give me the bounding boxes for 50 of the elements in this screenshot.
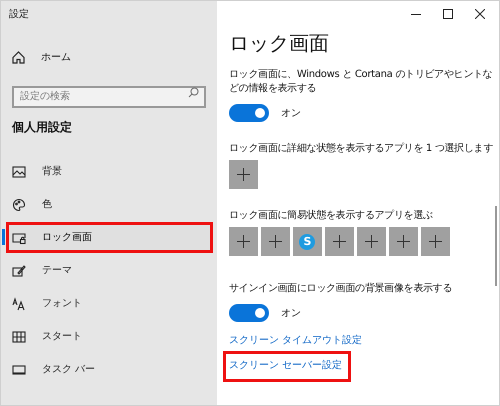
plus-icon — [396, 235, 410, 248]
nav-item[interactable]: フォント — [6, 288, 213, 319]
add-app-button[interactable] — [324, 227, 354, 256]
plus-icon — [428, 235, 442, 248]
scrollbar[interactable] — [495, 206, 497, 286]
plus-icon — [332, 235, 346, 248]
setting-label: サインイン画面にロック画面の背景画像を表示する — [228, 282, 454, 296]
font-icon — [12, 296, 26, 310]
nav-item[interactable]: タスク バー — [6, 354, 213, 385]
plus-icon — [364, 235, 378, 248]
image-icon — [12, 164, 26, 178]
start-icon — [12, 330, 26, 344]
nav-item[interactable]: 背景 — [6, 156, 213, 187]
toggle-switch[interactable] — [228, 104, 269, 122]
nav-item[interactable]: 色 — [6, 189, 213, 220]
palette-icon — [12, 198, 26, 212]
taskbar-icon — [12, 362, 26, 376]
add-app-button[interactable] — [388, 227, 418, 256]
app-logo: S — [299, 234, 316, 250]
add-app-button[interactable] — [420, 227, 450, 256]
maximize-icon[interactable] — [443, 9, 453, 19]
selection-bar — [2, 229, 5, 245]
search-icon — [188, 87, 199, 98]
plus-icon — [236, 235, 250, 248]
home-icon — [12, 50, 25, 64]
setting-label: ロック画面に簡易状態を表示するアプリを選ぶ — [228, 209, 434, 223]
setting-label: ロック画面に、Windows と Cortana のトリビアやヒントなどの情報を表示する — [228, 68, 493, 96]
close-icon[interactable] — [475, 9, 485, 19]
nav-item[interactable]: テーマ — [6, 255, 213, 286]
nav-item[interactable]: ロック画面 — [6, 222, 213, 253]
plus-icon — [236, 168, 250, 181]
window-title: 設定 — [9, 8, 29, 22]
theme-icon — [12, 264, 26, 278]
search-field[interactable]: 設定の検索 — [12, 86, 206, 108]
lock-screen-icon — [12, 230, 26, 244]
toggle-state: オン — [280, 106, 301, 120]
toggle-state: オン — [280, 306, 301, 320]
add-app-button[interactable] — [356, 227, 386, 256]
section-heading: 個人用設定 — [12, 119, 72, 136]
add-app-button[interactable] — [260, 227, 290, 256]
plus-icon — [268, 235, 282, 248]
page-title: ロック画面 — [228, 31, 330, 56]
settings-link[interactable]: スクリーン タイムアウト設定 — [228, 333, 362, 348]
toggle-switch[interactable] — [228, 304, 269, 322]
nav-item[interactable]: スタート — [6, 321, 213, 352]
setting-label: ロック画面に詳細な状態を表示するアプリを 1 つ選択します — [228, 142, 493, 156]
add-app-button[interactable] — [228, 160, 258, 189]
add-app-button[interactable] — [228, 227, 258, 256]
settings-link[interactable]: スクリーン セーバー設定 — [228, 358, 342, 373]
home-nav-item[interactable]: ホーム — [12, 46, 71, 68]
